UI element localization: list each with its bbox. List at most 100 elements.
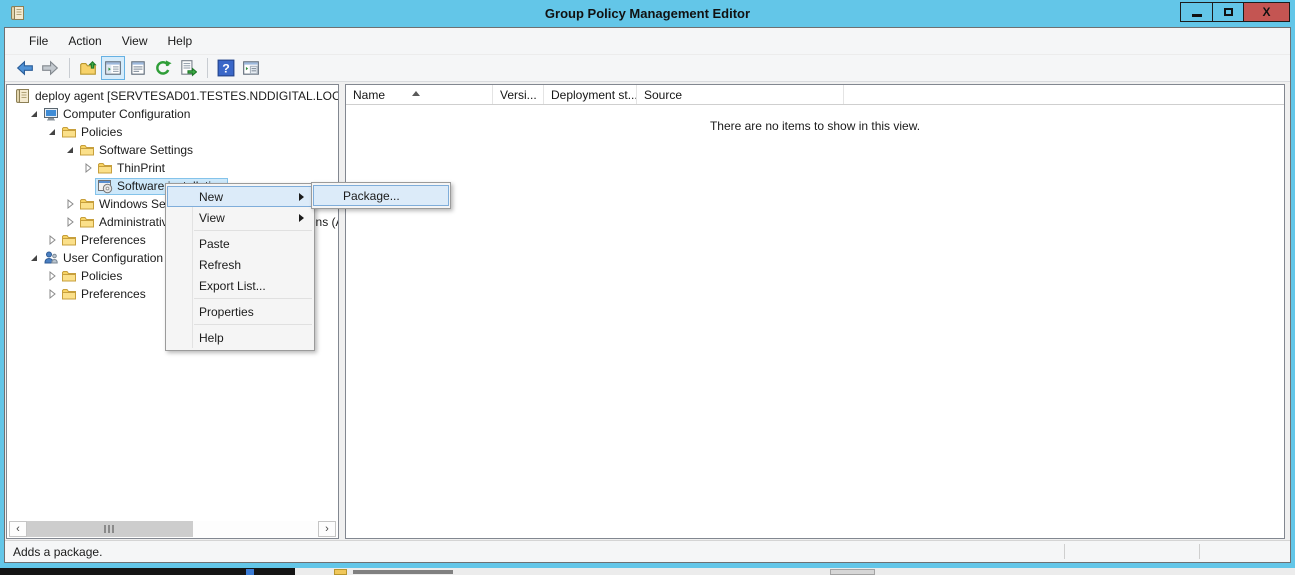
tree-item[interactable]: Computer Configuration bbox=[7, 105, 338, 123]
tree-item-label: Policies bbox=[81, 269, 122, 283]
back-button[interactable] bbox=[13, 56, 37, 80]
folder-up-icon bbox=[79, 59, 97, 77]
tree-item-label: Preferences bbox=[81, 233, 146, 247]
menu-item-label: New bbox=[199, 190, 223, 204]
column-label: Name bbox=[353, 88, 385, 102]
column-header-name[interactable]: Name bbox=[346, 85, 493, 104]
folder-icon bbox=[79, 196, 95, 212]
submenu-arrow-icon bbox=[299, 214, 304, 222]
menu-item-package[interactable]: Package... bbox=[313, 185, 449, 206]
statusbar-separator bbox=[1064, 544, 1065, 559]
refresh-icon bbox=[154, 59, 172, 77]
menu-separator bbox=[194, 230, 312, 231]
menu-separator bbox=[194, 324, 312, 325]
arrow-left-icon bbox=[16, 59, 34, 77]
empty-list-message: There are no items to show in this view. bbox=[346, 119, 1284, 133]
tree-item-label: Software Settings bbox=[99, 143, 193, 157]
context-submenu: Package... bbox=[311, 182, 451, 209]
menu-help[interactable]: Help bbox=[158, 30, 203, 52]
tree-expander-collapsed-icon[interactable] bbox=[63, 215, 77, 229]
tree-expander-collapsed-icon[interactable] bbox=[45, 269, 59, 283]
tree-expander-collapsed-icon[interactable] bbox=[45, 287, 59, 301]
menu-item-help[interactable]: Help bbox=[167, 327, 313, 348]
tree-item[interactable]: deploy agent [SERVTESAD01.TESTES.NDDIGIT… bbox=[7, 87, 338, 105]
refresh-button[interactable] bbox=[151, 56, 175, 80]
menu-item-view[interactable]: View bbox=[167, 207, 313, 228]
tree-item-label: Preferences bbox=[81, 287, 146, 301]
column-label: Source bbox=[644, 88, 682, 102]
titlebar[interactable]: Group Policy Management Editor X bbox=[0, 0, 1295, 27]
svg-text:?: ? bbox=[222, 62, 230, 76]
menu-item-export-list[interactable]: Export List... bbox=[167, 275, 313, 296]
column-header-versi[interactable]: Versi... bbox=[493, 85, 544, 104]
window-controls: X bbox=[1180, 2, 1290, 22]
help-button[interactable]: ? bbox=[214, 56, 238, 80]
submenu-arrow-icon bbox=[299, 193, 304, 201]
menu-file[interactable]: File bbox=[19, 30, 58, 52]
tree-item-label: User Configuration bbox=[63, 251, 163, 265]
menu-item-new[interactable]: New bbox=[167, 186, 313, 207]
software-icon bbox=[97, 178, 113, 194]
background-text-fragment bbox=[353, 570, 453, 574]
scroll-right-button[interactable]: › bbox=[318, 521, 336, 537]
tree-item[interactable]: Software Settings bbox=[7, 141, 338, 159]
folder-icon bbox=[79, 214, 95, 230]
tree-item[interactable]: Policies bbox=[7, 123, 338, 141]
column-header-source[interactable]: Source bbox=[637, 85, 844, 104]
tree-expander-none-icon bbox=[81, 179, 95, 193]
sort-ascending-icon bbox=[412, 91, 420, 96]
tree-item-label: deploy agent [SERVTESAD01.TESTES.NDDIGIT… bbox=[35, 89, 338, 103]
user-icon bbox=[43, 250, 59, 266]
tree-expander-collapsed-icon[interactable] bbox=[45, 233, 59, 247]
close-button[interactable]: X bbox=[1243, 3, 1289, 21]
statusbar-separator bbox=[1199, 544, 1200, 559]
tree-expander-expanded-icon[interactable] bbox=[45, 125, 59, 139]
console-tree-icon bbox=[104, 59, 122, 77]
arrow-right-icon bbox=[41, 59, 59, 77]
folder-icon bbox=[97, 160, 113, 176]
folder-icon bbox=[334, 569, 347, 575]
menu-item-refresh[interactable]: Refresh bbox=[167, 254, 313, 275]
menu-action[interactable]: Action bbox=[58, 30, 111, 52]
toolbar-separator bbox=[207, 58, 208, 78]
tree-expander-expanded-icon[interactable] bbox=[27, 251, 41, 265]
tree-expander-collapsed-icon[interactable] bbox=[63, 197, 77, 211]
context-menu: New View PasteRefreshExport List... Propert… bbox=[165, 183, 315, 351]
window-title: Group Policy Management Editor bbox=[0, 6, 1295, 21]
forward-button[interactable] bbox=[38, 56, 62, 80]
menubar: File Action View Help bbox=[5, 28, 1290, 55]
tree-item-label: Computer Configuration bbox=[63, 107, 190, 121]
status-message: Adds a package. bbox=[13, 545, 102, 559]
tree-expander-collapsed-icon[interactable] bbox=[81, 161, 95, 175]
up-one-level-button[interactable] bbox=[76, 56, 100, 80]
scrollbar-grip-icon bbox=[104, 525, 116, 533]
console-tree-toggle-button[interactable] bbox=[101, 56, 125, 80]
minimize-button[interactable] bbox=[1181, 3, 1212, 21]
menu-item-paste[interactable]: Paste bbox=[167, 233, 313, 254]
tree-item-label: Policies bbox=[81, 125, 122, 139]
properties-button[interactable] bbox=[126, 56, 150, 80]
maximize-icon bbox=[1224, 8, 1233, 16]
gpo-icon bbox=[15, 88, 31, 104]
scrollbar-thumb[interactable] bbox=[27, 521, 193, 537]
export-list-button[interactable] bbox=[176, 56, 200, 80]
scroll-left-button[interactable]: ‹ bbox=[9, 521, 27, 537]
action-pane-toggle-button[interactable] bbox=[239, 56, 263, 80]
tree-horizontal-scrollbar[interactable]: ‹ › bbox=[9, 521, 336, 537]
list-header: Name Versi...Deployment st... Source bbox=[346, 85, 1284, 105]
toolbar-separator bbox=[69, 58, 70, 78]
menu-item-properties[interactable]: Properties bbox=[167, 301, 313, 322]
maximize-button[interactable] bbox=[1212, 3, 1243, 21]
computer-icon bbox=[43, 106, 59, 122]
menu-separator bbox=[194, 298, 312, 299]
tree-expander-expanded-icon[interactable] bbox=[27, 107, 41, 121]
folder-icon bbox=[61, 286, 77, 302]
scrollbar-track[interactable] bbox=[193, 521, 318, 537]
folder-icon bbox=[61, 268, 77, 284]
column-header-deploymentst[interactable]: Deployment st... bbox=[544, 85, 637, 104]
menu-item-label: Package... bbox=[343, 189, 400, 203]
menu-view[interactable]: View bbox=[112, 30, 158, 52]
tree-item[interactable]: ThinPrint bbox=[7, 159, 338, 177]
results-pane: Name Versi...Deployment st... Source There… bbox=[345, 84, 1285, 539]
tree-expander-expanded-icon[interactable] bbox=[63, 143, 77, 157]
